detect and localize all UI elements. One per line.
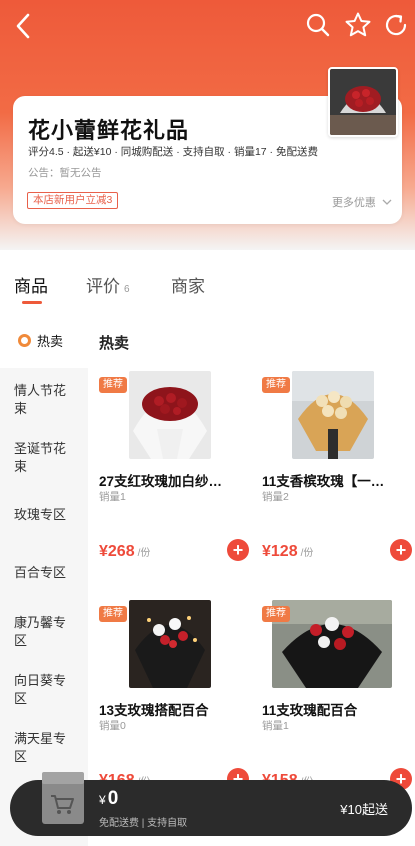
category-sidebar: 热卖 情人节花束 圣诞节花束 玫瑰专区 百合专区 康乃馨专区 向日葵专区 满天星… [0,312,88,846]
price-unit: /份 [300,548,314,559]
price-unit: /份 [137,548,151,559]
tab-merchant[interactable]: 商家 [171,272,205,297]
shop-meta: 评分4.5 · 起送¥10 · 同城购配送 · 支持自取 · 销量17 · 免配… [28,146,318,158]
search-button[interactable] [303,10,333,40]
product-image [272,600,392,688]
sidebar-item-lilies[interactable]: 百合专区 [14,564,78,582]
product-image [292,371,374,459]
product-sales: 销量0 [99,720,126,732]
recommend-badge: 推荐 [99,606,127,622]
product-card[interactable]: 推荐 11支香槟玫瑰【一… 销量2 ¥128/份 + [262,371,412,581]
hot-icon [18,333,31,347]
section-title: 热卖 [99,335,130,352]
add-to-cart-button[interactable]: + [390,539,412,561]
sidebar-item-hot[interactable]: 热卖 [0,312,88,368]
product-name: 27支红玫瑰加白纱… [99,474,223,489]
share-button[interactable] [381,10,411,40]
cart-amount: 0 [107,788,119,809]
product-image [129,600,211,688]
search-icon [306,13,330,37]
sidebar-item-babys-breath[interactable]: 满天星专区 [14,730,78,766]
product-browser: 热卖 情人节花束 圣诞节花束 玫瑰专区 百合专区 康乃馨专区 向日葵专区 满天星… [0,312,415,846]
product-name: 11支玫瑰配百合 [262,703,358,718]
chevron-down-icon [382,199,392,205]
product-image [129,371,211,459]
active-tab-indicator [22,301,42,304]
product-card[interactable]: 推荐 13支玫瑰搭配百合 销量0 ¥168/份 + [99,600,249,810]
product-card[interactable]: 推荐 27支红玫瑰加白纱… 销量1 ¥268/份 + [99,371,249,581]
add-to-cart-button[interactable]: + [227,539,249,561]
tab-label: 商家 [171,277,205,296]
recommend-badge: 推荐 [262,606,290,622]
sidebar-item-christmas[interactable]: 圣诞节花束 [14,440,78,476]
coupon-tag[interactable]: 本店新用户立减3 [27,192,119,209]
product-card[interactable]: 推荐 11支玫瑰配百合 销量1 ¥158/份 + [262,600,412,810]
tab-products[interactable]: 商品 [14,272,48,297]
price-value: 128 [270,543,298,560]
tab-reviews[interactable]: 评价 6 [86,272,130,297]
sidebar-item-carnations[interactable]: 康乃馨专区 [14,614,78,650]
more-offers-link[interactable]: 更多优惠 [332,194,392,210]
more-offers-label: 更多优惠 [331,197,376,209]
sidebar-item-sunflowers[interactable]: 向日葵专区 [14,672,78,708]
review-count: 6 [124,284,130,295]
product-price: ¥268/份 [99,543,150,561]
product-name: 11支香槟玫瑰【一… [262,474,385,489]
recommend-badge: 推荐 [262,377,290,393]
sidebar-item-label: 热卖 [37,333,64,349]
tab-label: 商品 [14,277,48,296]
recommend-badge: 推荐 [99,377,127,393]
shop-tabs: 商品 评价 6 商家 [0,250,415,312]
cart-total: ¥0 [99,788,118,810]
product-name: 13支玫瑰搭配百合 [99,703,209,718]
currency-symbol: ¥ [99,543,108,560]
back-arrow-icon [16,13,30,39]
product-sales: 销量2 [262,491,289,503]
product-sales: 销量1 [262,720,289,732]
cart-delivery-info: 免配送费 | 支持自取 [99,818,188,829]
currency-symbol: ¥ [262,543,271,560]
shop-name: 花小蕾鲜花礼品 [28,118,190,143]
plus-icon: + [232,540,244,560]
shop-notice: 公告：暂无公告 [28,167,102,179]
favorite-button[interactable] [343,10,373,40]
tab-label: 评价 [86,277,120,296]
product-sales: 销量1 [99,491,126,503]
price-value: 268 [107,543,135,560]
product-price: ¥128/份 [262,543,313,561]
share-icon [385,14,407,36]
cart-bar[interactable]: ¥0 免配送费 | 支持自取 ¥10起送 [10,772,412,836]
plus-icon: + [395,540,407,560]
cart-icon[interactable] [38,770,88,830]
currency-symbol: ¥ [99,793,106,807]
min-order-label: ¥10起送 [340,802,388,817]
top-bar [0,0,415,52]
back-button[interactable] [8,8,38,44]
sidebar-item-valentines[interactable]: 情人节花束 [14,382,78,418]
sidebar-item-roses[interactable]: 玫瑰专区 [14,506,78,524]
shop-logo [328,67,398,137]
star-icon [345,12,371,37]
